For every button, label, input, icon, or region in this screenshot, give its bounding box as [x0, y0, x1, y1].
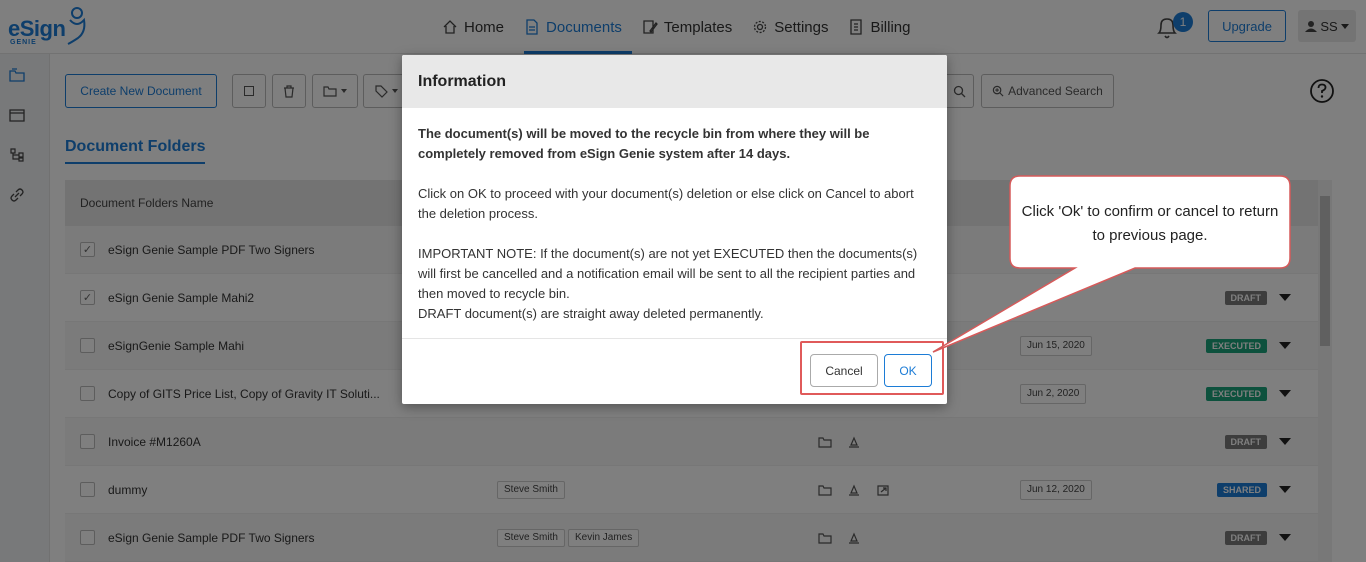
callout-text: Click 'Ok' to confirm or cancel to retur…	[1021, 203, 1279, 244]
dialog-instruction-text: Click on OK to proceed with your documen…	[418, 186, 914, 221]
dialog-important-note: IMPORTANT NOTE: If the document(s) are n…	[418, 246, 918, 301]
buttons-highlight-box	[800, 341, 944, 395]
dialog-title: Information	[402, 55, 947, 108]
dialog-warning-text: The document(s) will be moved to the rec…	[418, 126, 870, 161]
dialog-draft-note: DRAFT document(s) are straight away dele…	[418, 306, 764, 321]
app: eSign GENIE Home Documents Templates	[0, 0, 1366, 562]
dialog-body: The document(s) will be moved to the rec…	[402, 108, 947, 324]
